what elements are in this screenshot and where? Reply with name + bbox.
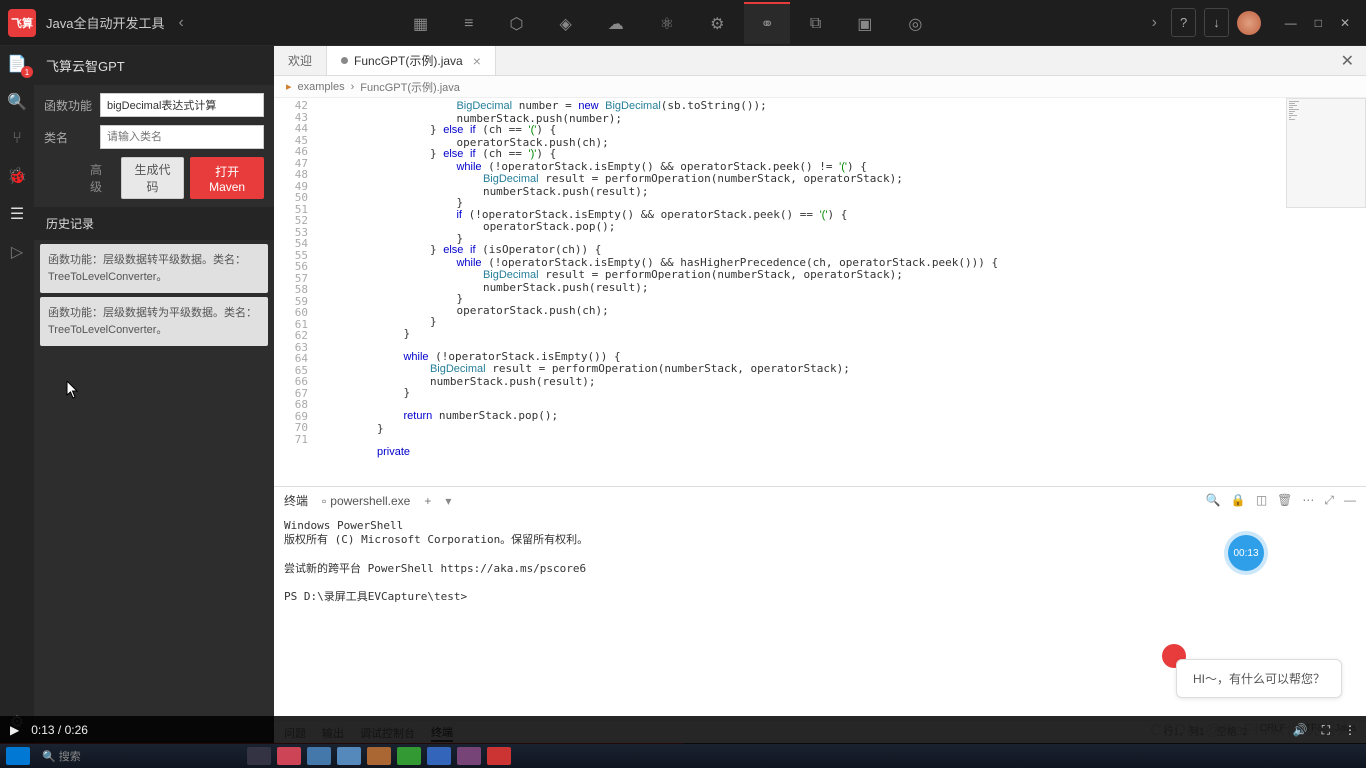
activity-bar: 📄1 🔍 ⑂ 🐞 ☰ ▷ ⚙ <box>0 46 34 744</box>
debug-icon[interactable]: 🐞 <box>7 166 27 186</box>
tab-welcome[interactable]: 欢迎 <box>274 46 327 75</box>
tab-label: FuncGPT(示例).java <box>354 52 463 69</box>
branch-icon[interactable]: ⑂ <box>12 130 22 148</box>
run-icon[interactable]: ▷ <box>11 242 23 262</box>
files-badge: 1 <box>21 66 33 78</box>
toolbar-clip-icon[interactable]: ▣ <box>841 2 888 44</box>
line-gutter: 4243444546474849505152535455565758596061… <box>274 98 316 486</box>
terminal-maximize-icon[interactable]: ⤢ <box>1324 493 1334 508</box>
taskbar-app[interactable] <box>247 747 271 765</box>
video-player-bar: ▶ 0:13 / 0:26 🔊 ⛶ ⋮ <box>0 716 1366 744</box>
terminal-split-icon[interactable]: ◫ <box>1256 493 1267 508</box>
breadcrumb-folder[interactable]: examples <box>298 81 345 93</box>
terminal-more-icon[interactable]: ⋯ <box>1302 493 1314 508</box>
func-label: 函数功能 <box>44 97 100 114</box>
nav-next-icon[interactable]: › <box>1138 4 1171 42</box>
taskbar-app[interactable] <box>487 747 511 765</box>
folder-icon: ▸ <box>286 80 292 93</box>
maven-button[interactable]: 打开Maven <box>190 157 264 199</box>
generate-button[interactable]: 生成代码 <box>121 157 184 199</box>
class-input[interactable] <box>100 125 264 149</box>
close-icon[interactable]: ✕ <box>1332 12 1358 34</box>
toolbar-tune-icon[interactable]: ⚙ <box>694 2 740 44</box>
avatar[interactable] <box>1237 11 1261 35</box>
taskbar-app[interactable] <box>397 747 421 765</box>
taskbar-app[interactable] <box>307 747 331 765</box>
chat-bubble[interactable]: HI～，有什么可以帮您？ <box>1176 659 1342 698</box>
toolbar-cube-icon[interactable]: ◈ <box>543 2 587 44</box>
terminal-trash-icon[interactable]: 🗑 <box>1277 493 1292 508</box>
tab-label: 欢迎 <box>288 52 312 69</box>
help-icon[interactable]: ? <box>1171 8 1196 37</box>
modified-dot-icon <box>341 57 348 64</box>
app-logo: 飞算 <box>8 9 36 37</box>
taskbar-app[interactable] <box>457 747 481 765</box>
toolbar-jar-icon[interactable]: ☁ <box>592 2 640 44</box>
editor-tabs: 欢迎 FuncGPT(示例).java × ✕ <box>274 46 1366 76</box>
func-input[interactable] <box>100 93 264 117</box>
side-panel: 飞算云智GPT 函数功能 类名 高级 生成代码 打开Maven 历史记录 函数功… <box>34 46 274 744</box>
tab-close-icon[interactable]: × <box>473 53 481 69</box>
history-title: 历史记录 <box>34 207 274 240</box>
taskbar-app[interactable] <box>427 747 451 765</box>
terminal-search-icon[interactable]: 🔍 <box>1206 493 1221 508</box>
taskbar-search[interactable]: 🔍 搜索 <box>42 748 81 764</box>
toolbar-list-icon[interactable]: ≡ <box>448 3 489 43</box>
breadcrumb-file[interactable]: FuncGPT(示例).java <box>360 79 460 95</box>
terminal-lock-icon[interactable]: 🔒 <box>1231 493 1246 508</box>
download-icon[interactable]: ↓ <box>1204 8 1229 37</box>
toolbar-copy-icon[interactable]: ⧉ <box>794 3 837 43</box>
history-item[interactable]: 函数功能：层级数据转平级数据。类名：TreeToLevelConverter。 <box>40 244 268 293</box>
titlebar: 飞算 Java全自动开发工具 ‹ ▦ ≡ ⬡ ◈ ☁ ⚛ ⚙ ⚭ ⧉ ▣ ◎ ›… <box>0 0 1366 46</box>
terminal-add-button[interactable]: + <box>424 494 431 508</box>
minimize-icon[interactable]: — <box>1277 12 1305 34</box>
code-editor[interactable]: BigDecimal number = new BigDecimal(sb.to… <box>316 98 1366 486</box>
taskbar-app[interactable] <box>337 747 361 765</box>
player-more-icon[interactable]: ⋮ <box>1344 723 1356 737</box>
play-icon[interactable]: ▶ <box>10 723 19 737</box>
volume-icon[interactable]: 🔊 <box>1293 723 1308 737</box>
taskbar-app[interactable] <box>277 747 301 765</box>
start-icon[interactable] <box>6 747 30 765</box>
timer-badge: 00:13 <box>1228 535 1264 571</box>
nav-prev-icon[interactable]: ‹ <box>164 4 197 42</box>
terminal-shell[interactable]: ▫ powershell.exe <box>322 494 410 508</box>
maximize-icon[interactable]: □ <box>1307 12 1330 34</box>
files-icon[interactable]: 📄1 <box>7 54 27 74</box>
advanced-link[interactable]: 高级 <box>86 157 115 199</box>
terminal-tab[interactable]: 终端 <box>284 492 308 509</box>
app-title: Java全自动开发工具 <box>46 13 164 32</box>
panel-title: 飞算云智GPT <box>34 46 274 85</box>
breadcrumb[interactable]: ▸ examples › FuncGPT(示例).java <box>274 76 1366 98</box>
editor-area: 欢迎 FuncGPT(示例).java × ✕ ▸ examples › Fun… <box>274 46 1366 744</box>
minimap[interactable]: ▬▬▬▬▬▬▬▬▬▬▬▬▬▬▬▬▬▬▬▬▬▬▬▬▬▬▬▬▬▬▬▬ <box>1286 98 1366 208</box>
tab-file[interactable]: FuncGPT(示例).java × <box>327 46 496 75</box>
search-activity-icon[interactable]: 🔍 <box>7 92 27 112</box>
fullscreen-icon[interactable]: ⛶ <box>1322 723 1330 738</box>
taskbar[interactable]: 🔍 搜索 <box>0 744 1366 768</box>
toolbar-grid-icon[interactable]: ▦ <box>397 2 444 44</box>
terminal-close-icon[interactable]: — <box>1344 493 1356 508</box>
tabs-close-all-icon[interactable]: ✕ <box>1329 46 1366 75</box>
class-label: 类名 <box>44 129 100 146</box>
chevron-right-icon: › <box>351 81 355 93</box>
history-item[interactable]: 函数功能：层级数据转为平级数据。类名：TreeToLevelConverter。 <box>40 297 268 346</box>
toolbar-atom-icon[interactable]: ⚛ <box>644 2 690 44</box>
toolbar-hex-icon[interactable]: ⬡ <box>493 2 539 44</box>
toolbar-camera-icon[interactable]: ◎ <box>892 2 938 44</box>
terminal-panel: 终端 ▫ powershell.exe + ▾ 🔍 🔒 ◫ 🗑 ⋯ ⤢ — Wi… <box>274 486 1366 744</box>
terminal-dropdown-icon[interactable]: ▾ <box>445 494 451 508</box>
gpt-panel-icon[interactable]: ☰ <box>10 204 24 224</box>
taskbar-app[interactable] <box>367 747 391 765</box>
toolbar-link-icon[interactable]: ⚭ <box>744 2 789 44</box>
player-time: 0:13 / 0:26 <box>31 723 88 737</box>
